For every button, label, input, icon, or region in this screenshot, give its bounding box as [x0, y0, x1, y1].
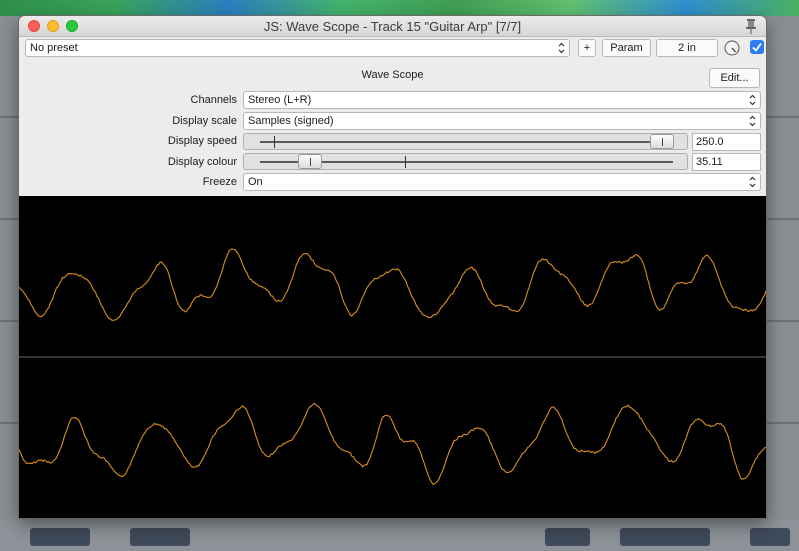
arrange-view-bottom-track [0, 520, 799, 551]
channels-label: Channels [190, 94, 237, 106]
scope-canvas [19, 196, 766, 518]
freeze-dropdown[interactable]: On [243, 173, 761, 191]
window-title: JS: Wave Scope - Track 15 "Guitar Arp" [… [263, 19, 522, 34]
freeze-label: Freeze [202, 176, 237, 188]
add-preset-button[interactable]: + [578, 39, 596, 57]
display-colour-input[interactable]: 35.11 [692, 153, 761, 171]
title-bar[interactable]: JS: Wave Scope - Track 15 "Guitar Arp" [… [19, 16, 766, 37]
display-scale-label: Display scale [172, 115, 237, 127]
pin-icon[interactable] [744, 18, 758, 34]
plugin-name: Wave Scope [361, 69, 424, 81]
display-speed-handle[interactable] [650, 134, 674, 149]
plugin-window: JS: Wave Scope - Track 15 "Guitar Arp" [… [19, 16, 766, 518]
bypass-checkbox[interactable] [750, 40, 764, 54]
checkmark-icon [752, 42, 762, 52]
scope-display [19, 196, 766, 518]
freeze-value: On [248, 176, 263, 188]
default-tick [405, 156, 406, 168]
preset-value: No preset [30, 42, 78, 54]
display-colour-label: Display colour [167, 156, 237, 168]
channels-dropdown[interactable]: Stereo (L+R) [243, 91, 761, 109]
default-tick [274, 136, 275, 148]
chevron-updown-icon [749, 94, 756, 106]
chevron-updown-icon [558, 42, 565, 54]
display-speed-slider[interactable] [243, 133, 688, 150]
channels-value: Stereo (L+R) [248, 94, 312, 106]
chevron-updown-icon [749, 176, 756, 188]
wet-knob-icon[interactable] [724, 40, 740, 56]
display-scale-value: Samples (signed) [248, 115, 334, 127]
arrange-view-top-track [0, 0, 799, 16]
chevron-updown-icon [749, 115, 756, 127]
preset-dropdown[interactable]: No preset [25, 39, 570, 57]
param-button[interactable]: Param [602, 39, 651, 57]
display-scale-dropdown[interactable]: Samples (signed) [243, 112, 761, 130]
display-colour-slider[interactable] [243, 153, 688, 170]
edit-button[interactable]: Edit... [709, 68, 760, 88]
display-speed-input[interactable]: 250.0 [692, 133, 761, 151]
io-button[interactable]: 2 in [656, 39, 718, 57]
display-speed-label: Display speed [167, 135, 237, 147]
display-colour-handle[interactable] [298, 154, 322, 169]
